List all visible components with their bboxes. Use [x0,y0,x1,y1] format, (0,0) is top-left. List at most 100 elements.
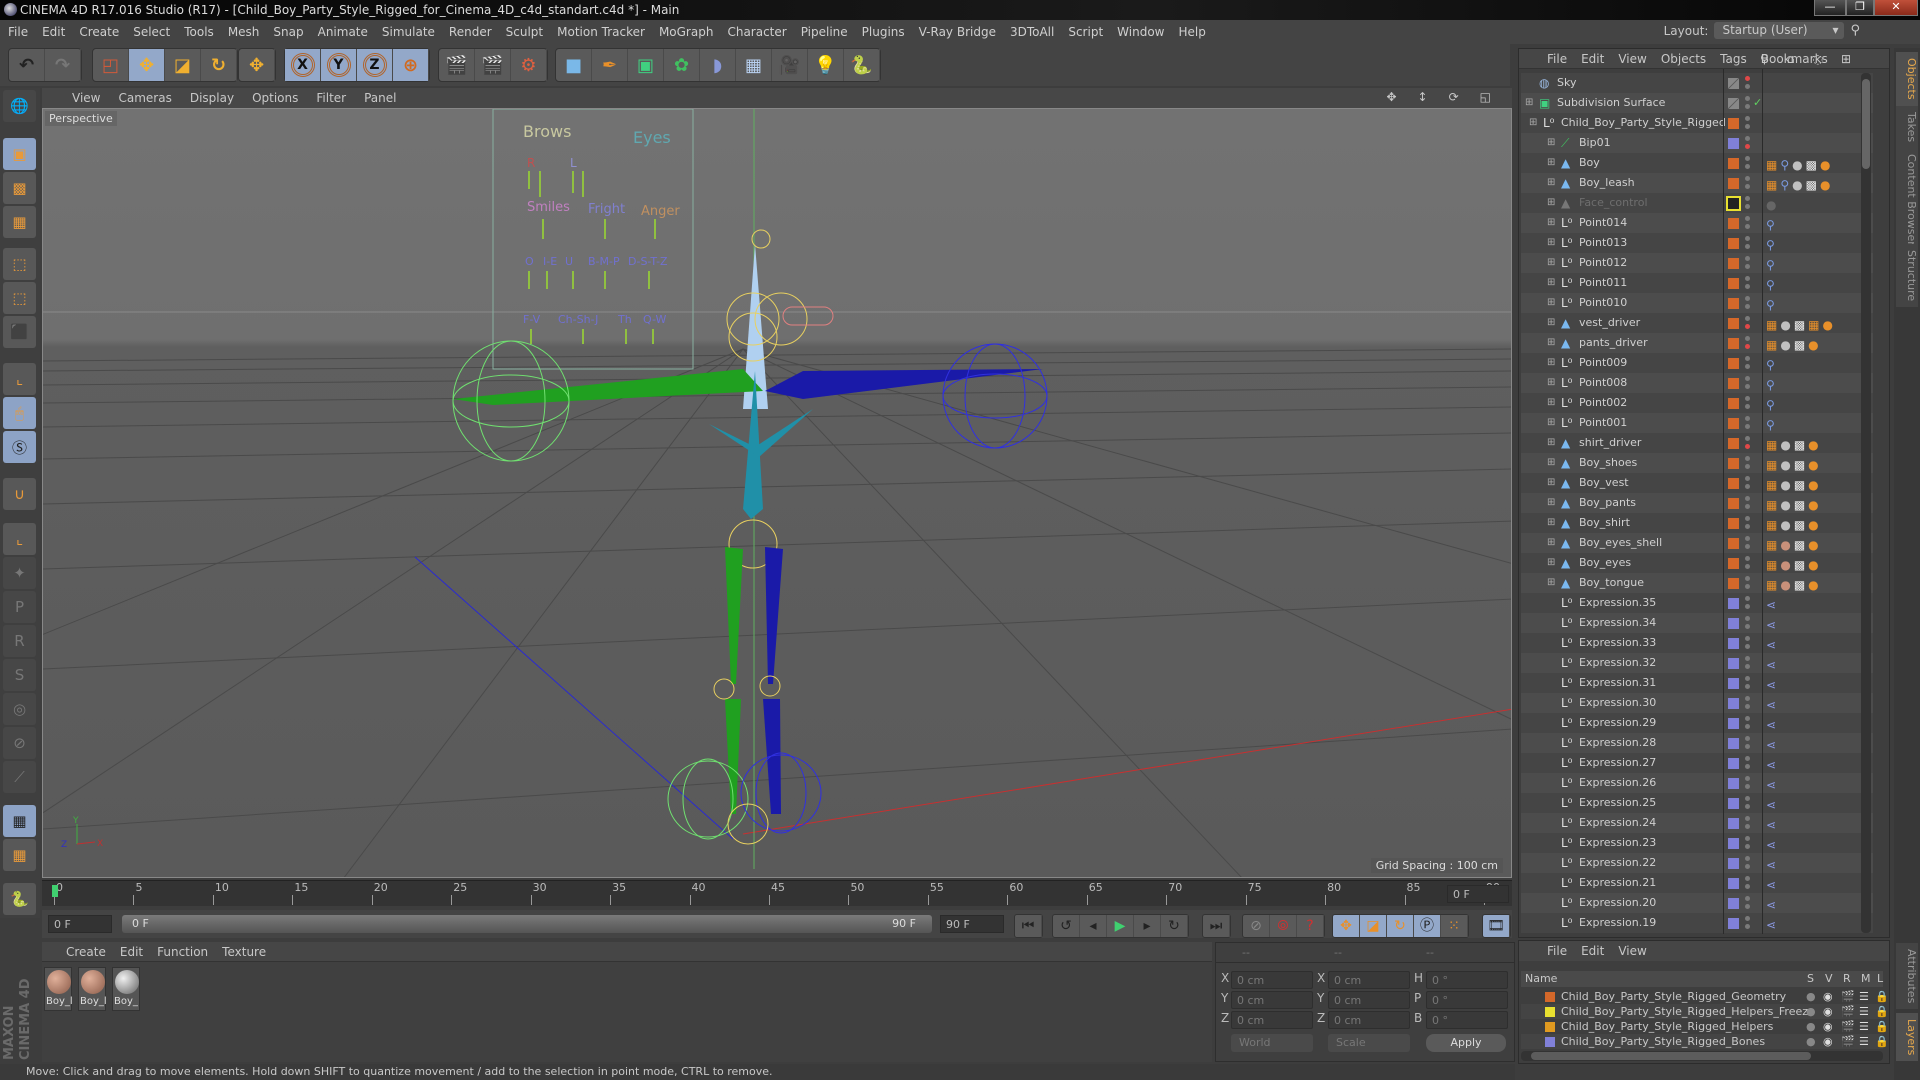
expand-toggle-icon[interactable]: ⊞ [1547,196,1555,210]
undo-icon[interactable]: ↶ [9,49,45,81]
visibility-dots[interactable] [1745,836,1750,850]
expand-toggle-icon[interactable]: ⊞ [1547,296,1555,310]
xpresso-tag-icon[interactable]: ⋖ [1766,875,1776,895]
tab-takes[interactable]: Takes [1896,106,1918,149]
clavicle-bone[interactable] [709,409,813,457]
eye-icon[interactable]: ◌ [1812,52,1826,66]
uvw-tag-icon[interactable]: ▩ [1806,175,1817,195]
layer-color-swatch[interactable] [1728,698,1739,709]
motion-record-icon[interactable]: ⊘ [1243,915,1270,937]
column-render[interactable]: R [1843,971,1851,987]
xpresso-tag-icon[interactable]: ⋖ [1766,775,1776,795]
perspective-viewport[interactable]: Brows Eyes R L Smiles Fright Anger O I-E… [42,108,1512,878]
column-name[interactable]: Name [1525,972,1557,985]
object-name[interactable]: Expression.34 [1579,613,1656,633]
layer-name[interactable]: Child_Boy_Party_Style_Rigged_Geometry [1561,989,1786,1004]
phong-tag-icon[interactable]: ● [1820,175,1830,195]
manager-toggle-icon[interactable]: ☰ [1859,1019,1869,1034]
expand-toggle-icon[interactable]: ⊞ [1547,556,1555,570]
weight-tag-icon[interactable]: ▦ [1766,315,1777,335]
rotation-p-field[interactable]: 0 ° [1426,991,1508,1009]
layer-color-swatch[interactable] [1728,98,1739,109]
viewport-menu-filter[interactable]: Filter [316,91,346,105]
locked-icon[interactable]: 🔒 [1875,1004,1889,1019]
xpresso-tag-icon[interactable]: ⋖ [1766,615,1776,635]
layer-color-swatch[interactable] [1728,718,1739,729]
layer-color-swatch[interactable] [1728,458,1739,469]
texture-mode-icon[interactable]: ▩ [3,172,36,204]
xpresso-tag-icon[interactable]: ⋖ [1766,915,1776,933]
restore-button[interactable]: ❐ [1846,0,1874,16]
menu-mesh[interactable]: Mesh [228,25,260,39]
move-tool-icon[interactable]: ✥ [129,49,165,81]
layer-color-swatch[interactable] [1728,138,1739,149]
menu-edit[interactable]: Edit [42,25,65,39]
xpresso-tag-icon[interactable]: ⋖ [1766,795,1776,815]
phong-tag-icon[interactable]: ● [1808,535,1818,555]
layer-color-swatch[interactable] [1728,638,1739,649]
uvw-tag-icon[interactable]: ▩ [1806,155,1817,175]
tweak-mode-icon[interactable]: 🖱 [3,397,36,429]
ik-r-icon[interactable]: R [3,625,36,657]
object-name[interactable]: Expression.22 [1579,853,1656,873]
y-axis-lock-button[interactable]: Y [321,49,357,81]
layer-color-swatch[interactable] [1728,158,1739,169]
visibility-dots[interactable] [1745,116,1750,130]
xpresso-tag-icon[interactable]: ⋖ [1766,675,1776,695]
object-row[interactable]: ⊞ ▲ Boy_vest ▦ ● ▩ ● [1521,473,1873,493]
subdivision-surface-icon[interactable]: ▣ [628,49,664,81]
skin-material-tag-icon[interactable]: ● [1780,535,1790,555]
rotation-h-field[interactable]: 0 ° [1426,971,1508,989]
object-row[interactable]: L⁰ Expression.20 ⋖ [1521,893,1873,913]
object-name[interactable]: Sky [1557,73,1576,93]
visibility-dots[interactable] [1745,776,1750,790]
layer-name[interactable]: Child_Boy_Party_Style_Rigged_Helpers_Fre… [1561,1004,1815,1019]
object-name[interactable]: Boy_shirt [1579,513,1630,533]
object-name[interactable]: Boy_vest [1579,473,1629,493]
render-toggle-icon[interactable]: 🎬 [1841,989,1855,1004]
x-axis-lock-button[interactable]: X [285,49,321,81]
orbit-icon[interactable]: ⟳ [1449,90,1462,104]
object-row[interactable]: ⊞ L⁰ Point012 ⚲ [1521,253,1873,273]
tab-structure[interactable]: Structure [1896,244,1918,308]
skin-tag-icon[interactable]: ⚲ [1780,155,1789,175]
close-button[interactable]: ✕ [1874,0,1918,16]
python-icon[interactable]: 🐍 [844,49,880,81]
viewport-menu-view[interactable]: View [72,91,100,105]
laymgr-menu-edit[interactable]: Edit [1581,944,1604,958]
size-z-field[interactable]: 0 cm [1328,1011,1410,1029]
render-toggle-icon[interactable]: 🎬 [1841,1034,1855,1049]
constraint-tag-icon[interactable]: ⚲ [1766,255,1775,275]
menu-file[interactable]: File [8,25,28,39]
light-icon[interactable]: 💡 [808,49,844,81]
tab-content-browser[interactable]: Content Browser [1896,148,1918,252]
layer-color-swatch[interactable] [1728,418,1739,429]
object-row[interactable]: L⁰ Expression.22 ⋖ [1521,853,1873,873]
object-name[interactable]: Expression.21 [1579,873,1656,893]
uvw-tag-icon[interactable]: ▩ [1794,455,1805,475]
tab-objects[interactable]: Objects [1896,52,1918,106]
end-frame-field[interactable]: 90 F [940,915,1004,933]
expand-toggle-icon[interactable]: ⊞ [1547,216,1555,230]
layer-color-swatch[interactable] [1728,298,1739,309]
object-row[interactable]: L⁰ Expression.32 ⋖ [1521,653,1873,673]
workplane-mode-icon[interactable]: ▦ [3,206,36,238]
object-name[interactable]: Point012 [1579,253,1627,273]
xpresso-tag-icon[interactable]: ⋖ [1766,715,1776,735]
expand-toggle-icon[interactable]: ⊞ [1547,376,1555,390]
tab-attributes[interactable]: Attributes [1896,943,1918,1010]
visibility-dots[interactable] [1745,436,1750,450]
snap-icon[interactable]: ∪ [3,478,36,510]
layer-color-swatch[interactable] [1728,378,1739,389]
visibility-dots[interactable] [1745,736,1750,750]
visibility-dots[interactable] [1745,896,1750,910]
viewport-menu-options[interactable]: Options [252,91,298,105]
material-tag-icon[interactable]: ● [1780,495,1790,515]
current-frame-field[interactable]: 0 F [48,915,112,933]
object-name[interactable]: Expression.30 [1579,693,1656,713]
object-name[interactable]: Boy_pants [1579,493,1636,513]
visible-toggle-icon[interactable]: ◉ [1823,989,1833,1004]
object-name[interactable]: Face_control [1579,193,1648,213]
visibility-dots[interactable] [1745,216,1750,230]
solo-toggle-icon[interactable]: ● [1806,1034,1816,1049]
